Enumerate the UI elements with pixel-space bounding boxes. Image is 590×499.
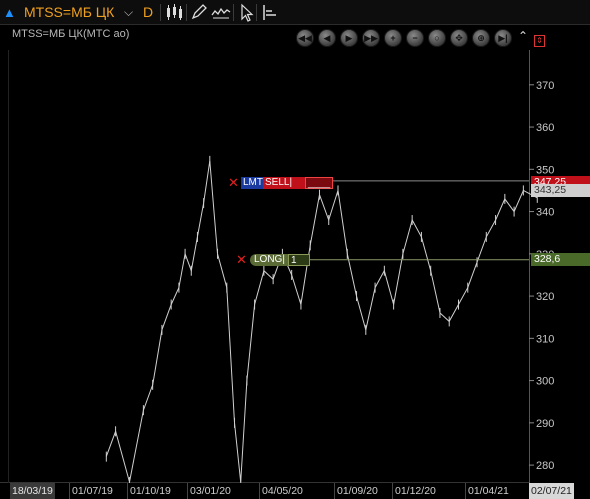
time-axis[interactable]: 18/03/19 01/07/19 01/10/19 03/01/20 04/05/20… <box>0 483 590 499</box>
x-tick-label: 03/01/20 <box>190 485 231 497</box>
y-tick-label: 290 <box>536 418 554 430</box>
x-tick <box>334 483 335 499</box>
price-chart[interactable]: 280290300310320330340350360370 <box>0 0 590 483</box>
x-tick-label: 18/03/19 <box>10 483 55 499</box>
x-tick <box>127 483 128 499</box>
x-tick-label: 01/12/20 <box>395 485 436 497</box>
x-tick-label: 01/04/21 <box>468 485 509 497</box>
last-price-tag: 343,25 <box>531 184 590 197</box>
x-tick <box>259 483 260 499</box>
x-tick <box>392 483 393 499</box>
y-tick-label: 280 <box>536 460 554 472</box>
long-position-qty[interactable]: 1 <box>288 254 310 266</box>
cancel-order-icon[interactable]: ✕ <box>228 176 239 189</box>
x-tick-label: 02/07/21 <box>529 483 574 499</box>
x-tick-label: 01/09/20 <box>337 485 378 497</box>
y-tick-label: 310 <box>536 333 554 345</box>
close-position-icon[interactable]: ✕ <box>236 253 247 266</box>
x-tick <box>187 483 188 499</box>
order-type-badge[interactable]: LMT <box>241 177 263 189</box>
y-tick-label: 300 <box>536 376 554 388</box>
x-tick <box>69 483 70 499</box>
y-tick-label: 340 <box>536 207 554 219</box>
x-tick-label: 01/10/19 <box>130 485 171 497</box>
sell-order-label[interactable]: SELL| <box>263 177 305 189</box>
y-tick-label: 320 <box>536 291 554 303</box>
x-tick-label: 04/05/20 <box>262 485 303 497</box>
x-tick-label: 01/07/19 <box>72 485 113 497</box>
y-tick-label: 360 <box>536 122 554 134</box>
y-tick-label: 370 <box>536 80 554 92</box>
sell-order-qty[interactable]: ____ <box>305 177 333 189</box>
long-price-tag: 328,6 <box>531 253 590 266</box>
price-series-line <box>105 160 538 483</box>
x-tick <box>465 483 466 499</box>
long-position-label[interactable]: LONG| <box>250 254 288 266</box>
y-tick-label: 350 <box>536 164 554 176</box>
